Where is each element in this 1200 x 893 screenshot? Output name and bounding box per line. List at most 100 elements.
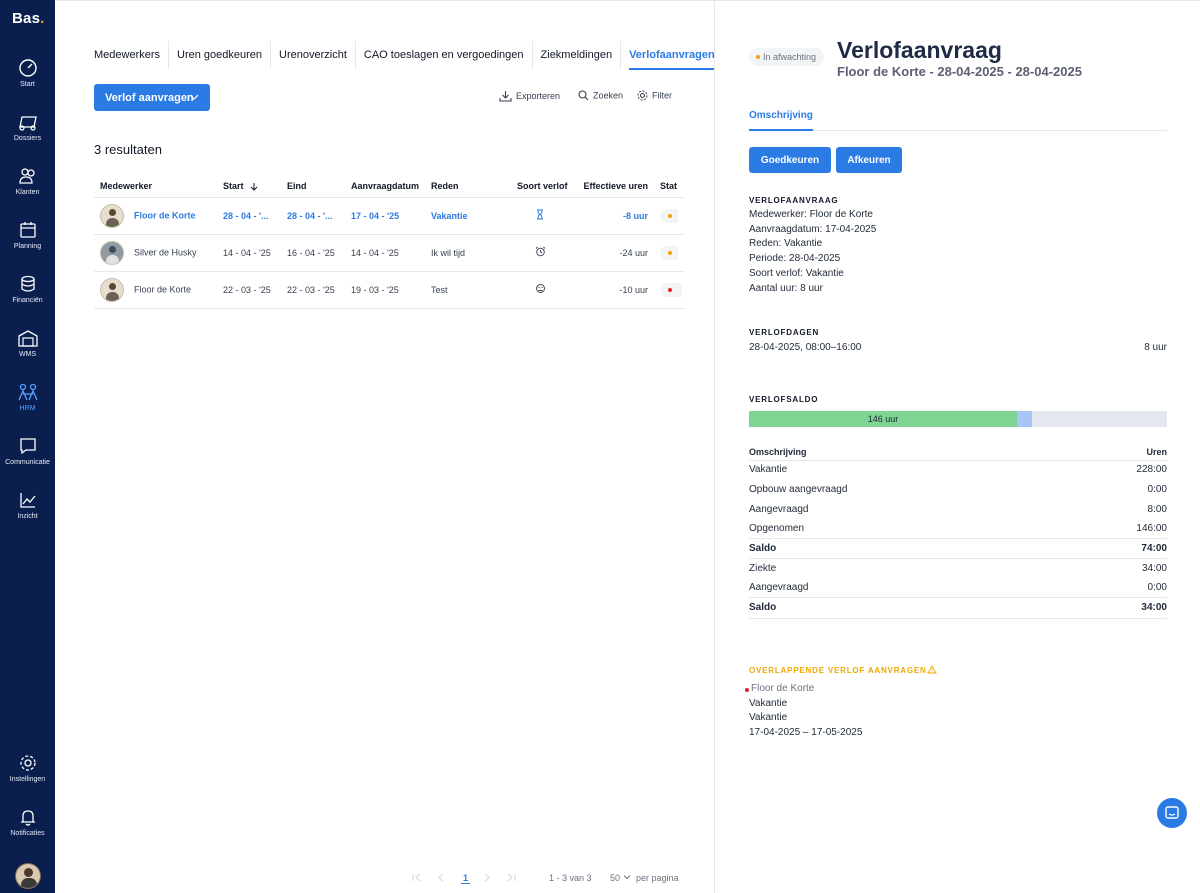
- first-page-button[interactable]: [412, 873, 422, 884]
- sidebar-item-instellingen[interactable]: Instellingen: [0, 753, 55, 799]
- balance-bar-taken: 146 uur: [749, 411, 1017, 427]
- column-header-status[interactable]: Stat: [654, 175, 684, 198]
- tab-omschrijving[interactable]: Omschrijving: [749, 110, 813, 121]
- support-chat-button[interactable]: [1157, 798, 1187, 828]
- tab-cao-toeslagen[interactable]: CAO toeslagen en vergoedingen: [356, 41, 533, 69]
- section-heading-days: VERLOFDAGEN: [749, 328, 820, 337]
- prev-page-button[interactable]: [437, 873, 445, 884]
- column-header-eind[interactable]: Eind: [281, 175, 345, 198]
- overlap-employee[interactable]: Floor de Korte: [745, 682, 862, 697]
- status-badge: [660, 282, 682, 297]
- column-header-reden[interactable]: Reden: [425, 175, 511, 198]
- hourglass-icon: [537, 209, 543, 220]
- status-dot: [745, 688, 749, 692]
- column-header-start[interactable]: Start: [217, 175, 281, 198]
- sidebar-item-wms[interactable]: WMS: [0, 328, 55, 374]
- sidebar-item-hrm[interactable]: HRM: [0, 382, 55, 428]
- column-header-effectieve-uren[interactable]: Effectieve uren: [569, 175, 654, 198]
- chevron-down-icon: [189, 94, 199, 100]
- sidebar-item-communicatie[interactable]: Communicatie: [0, 436, 55, 482]
- status-badge: [660, 245, 678, 260]
- employee-cell: Floor de Korte: [94, 197, 217, 235]
- search-icon: [578, 90, 589, 101]
- request-leave-button[interactable]: Verlof aanvragen: [94, 84, 210, 111]
- section-heading-overlap: OVERLAPPENDE VERLOF AANVRAGEN: [749, 665, 937, 675]
- user-avatar[interactable]: [15, 863, 41, 889]
- balance-row-total: Saldo 34:00: [749, 602, 1167, 613]
- balance-bar-requested: [1017, 411, 1032, 427]
- people-icon: [17, 383, 38, 401]
- tab-urenoverzicht[interactable]: Urenoverzicht: [271, 41, 356, 69]
- tab-verlofaanvragen[interactable]: Verlofaanvragen: [621, 41, 714, 70]
- bell-icon: [19, 810, 36, 826]
- status-badge: In afwachting: [749, 48, 825, 66]
- reason-cell: Test: [425, 271, 511, 309]
- sidebar-item-financien[interactable]: Financiën: [0, 274, 55, 320]
- sidebar-item-label: HRM: [19, 405, 36, 412]
- coins-icon: [20, 275, 35, 292]
- leave-type-cell: [511, 234, 569, 272]
- detail-line: Soort verlof: Vakantie: [749, 267, 844, 279]
- alarm-clock-icon: [535, 246, 545, 257]
- balance-row-total: Saldo 74:00: [749, 543, 1167, 554]
- avatar: [100, 240, 124, 265]
- brand-logo[interactable]: Bas.: [12, 10, 45, 27]
- sidebar-item-start[interactable]: Start: [0, 58, 55, 104]
- end-cell: 28 - 04 - '...: [281, 197, 345, 235]
- balance-row: Vakantie 228:00: [749, 464, 1167, 475]
- leave-request-panel: In afwachting Verlofaanvraag Floor de Ko…: [714, 0, 1200, 893]
- sidebar-item-klanten[interactable]: Klanten: [0, 166, 55, 212]
- tab-medewerkers[interactable]: Medewerkers: [94, 41, 170, 69]
- tab-bar: Medewerkers Uren goedkeuren Urenoverzicht C…: [94, 41, 714, 71]
- sidebar-item-inzicht[interactable]: Inzicht: [0, 490, 55, 536]
- column-header-soort-verlof[interactable]: Soort verlof: [511, 175, 569, 198]
- end-cell: 22 - 03 - '25: [281, 271, 345, 309]
- requested-date-cell: 17 - 04 - '25: [345, 197, 425, 235]
- section-heading-request: VERLOFAANVRAAG: [749, 196, 839, 205]
- employee-cell: Floor de Korte: [94, 271, 217, 309]
- column-header-medewerker[interactable]: Medewerker: [94, 175, 217, 198]
- customers-icon: [18, 168, 35, 184]
- last-page-button[interactable]: [506, 873, 516, 884]
- table-row[interactable]: Floor de Korte 28 - 04 - '... 28 - 04 - …: [94, 197, 684, 235]
- chart-icon: [19, 493, 35, 508]
- status-cell: [654, 271, 684, 309]
- hours-cell: -24 uur: [569, 234, 654, 272]
- export-label: Exporteren: [516, 91, 561, 101]
- status-cell: [654, 197, 684, 235]
- per-page-select[interactable]: 50: [610, 873, 631, 883]
- gear-icon: [19, 755, 36, 771]
- chat-bubble-icon: [1165, 806, 1179, 819]
- leave-day-row: 28-04-2025, 08:00–16:00 8 uur: [749, 342, 1167, 353]
- column-header-aanvraagdatum[interactable]: Aanvraagdatum: [345, 175, 425, 198]
- next-page-button[interactable]: [483, 873, 491, 884]
- filter-button[interactable]: Filter: [637, 90, 672, 106]
- table-row[interactable]: Floor de Korte 22 - 03 - '25 22 - 03 - '…: [94, 271, 684, 309]
- search-button[interactable]: Zoeken: [578, 90, 623, 106]
- sidebar-item-label: WMS: [18, 351, 37, 358]
- sidebar-item-label: Communicatie: [5, 459, 50, 466]
- detail-line: Aantal uur: 8 uur: [749, 282, 823, 294]
- tab-ziekmeldingen[interactable]: Ziekmeldingen: [533, 41, 622, 69]
- start-cell: 14 - 04 - '25: [217, 234, 281, 272]
- settings-filter-icon: [637, 90, 648, 101]
- detail-line: Aanvraagdatum: 17-04-2025: [749, 223, 877, 235]
- sidebar-item-notificaties[interactable]: Notificaties: [0, 807, 55, 853]
- sidebar-item-planning[interactable]: Planning: [0, 220, 55, 266]
- chevron-left-icon: [438, 873, 444, 882]
- gauge-icon: [18, 59, 37, 77]
- reason-cell: Vakantie: [425, 197, 511, 235]
- sidebar-item-label: Financiën: [12, 297, 43, 304]
- balance-row: Aangevraagd 0:00: [749, 582, 1167, 593]
- tab-uren-goedkeuren[interactable]: Uren goedkeuren: [169, 41, 272, 69]
- export-button[interactable]: Exporteren: [499, 90, 560, 106]
- sick-face-icon: [535, 284, 545, 293]
- reject-button[interactable]: Afkeuren: [836, 147, 902, 173]
- divider: [749, 538, 1167, 539]
- avatar: [100, 203, 124, 228]
- approve-button[interactable]: Goedkeuren: [749, 147, 831, 173]
- end-cell: 16 - 04 - '25: [281, 234, 345, 272]
- current-page[interactable]: 1: [461, 873, 471, 884]
- table-row[interactable]: Silver de Husky 14 - 04 - '25 16 - 04 - …: [94, 234, 684, 272]
- sidebar-item-dossiers[interactable]: Dossiers: [0, 112, 55, 158]
